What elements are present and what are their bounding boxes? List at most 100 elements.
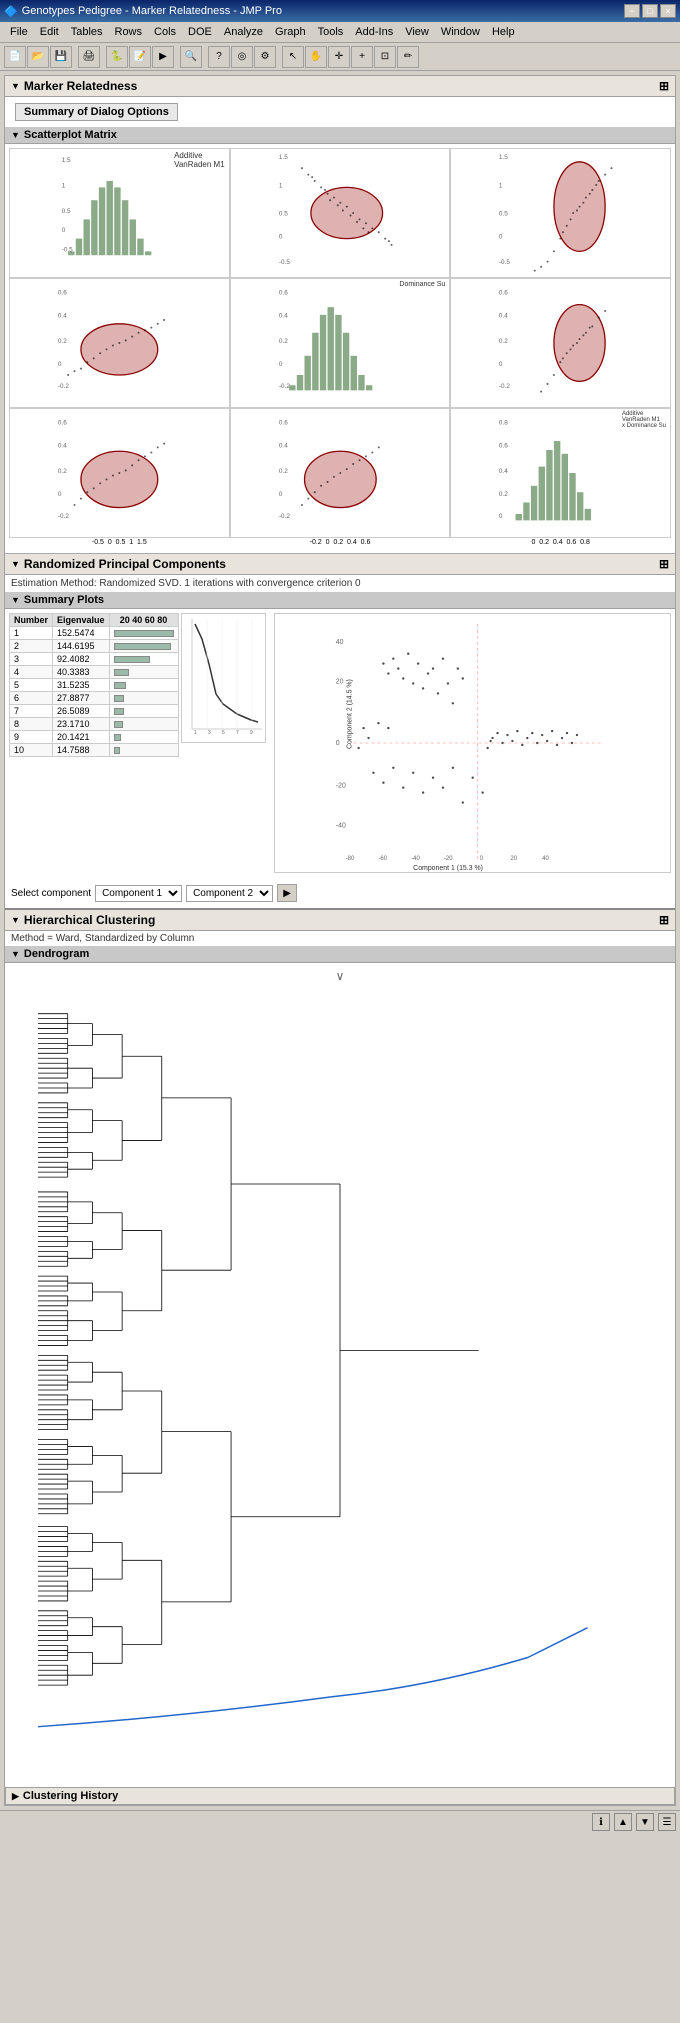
clustering-history-row[interactable]: ▶ Clustering History (5, 1787, 675, 1805)
panel-collapse-triangle[interactable]: ▼ (11, 81, 20, 91)
menu-addins[interactable]: Add-Ins (349, 24, 399, 40)
open-button[interactable]: 📂 (27, 46, 49, 68)
menu-window[interactable]: Window (435, 24, 486, 40)
hc-section: ▼ Hierarchical Clustering ⊞ Method = War… (5, 908, 675, 1805)
scatter-row-3: 0.6 0.4 0.2 0 -0.2 (9, 408, 671, 538)
svg-text:0.2: 0.2 (499, 338, 508, 345)
eigen-value: 14.7588 (53, 744, 110, 757)
marker-button[interactable]: ◎ (231, 46, 253, 68)
title-bar-text: Genotypes Pedigree - Marker Relatedness … (22, 5, 282, 17)
scatterplot-title: Scatterplot Matrix (24, 129, 117, 141)
select-component-label: Select component (11, 888, 91, 899)
hc-collapse-icon[interactable]: ▼ (11, 915, 20, 925)
menu-graph[interactable]: Graph (269, 24, 312, 40)
svg-text:20: 20 (335, 678, 343, 685)
print-button[interactable]: 🖨 (78, 46, 100, 68)
menu-rows[interactable]: Rows (109, 24, 149, 40)
python-button[interactable]: 🐍 (106, 46, 128, 68)
svg-text:1.5: 1.5 (499, 154, 508, 161)
main-content: ▼ Marker Relatedness ⊞ Summary of Dialog… (0, 71, 680, 1810)
new-button[interactable]: 📄 (4, 46, 26, 68)
title-bar-controls[interactable]: − □ × (624, 4, 676, 18)
col-eigenvalue: Eigenvalue (53, 614, 110, 627)
dendrogram-section: ▼ Dendrogram ∨ (5, 946, 675, 1785)
eigen-number: 5 (10, 679, 53, 692)
svg-text:-0.2: -0.2 (58, 383, 69, 390)
eigen-bar-cell (109, 731, 178, 744)
hand-button[interactable]: ✋ (305, 46, 327, 68)
menu-tools[interactable]: Tools (312, 24, 350, 40)
scroll-up-button[interactable]: ▲ (614, 1813, 632, 1831)
svg-text:1: 1 (499, 182, 503, 189)
clustering-history-label: Clustering History (23, 1790, 118, 1802)
scatter-cell-22: Dominance Su (230, 278, 451, 408)
component-action-button[interactable]: ▶ (277, 884, 297, 902)
hc-expand-icon[interactable]: ⊞ (659, 913, 669, 927)
script-button[interactable]: 📝 (129, 46, 151, 68)
x-label-2: -0.2 0 0.2 0.4 0.6 (230, 539, 451, 546)
menu-tables[interactable]: Tables (65, 24, 109, 40)
maximize-button[interactable]: □ (642, 4, 658, 18)
brush-button[interactable]: ✏ (397, 46, 419, 68)
eigen-number: 2 (10, 640, 53, 653)
clustering-history-icon[interactable]: ▶ (12, 1791, 19, 1802)
eigen-section: Number Eigenvalue 20 40 60 80 1152.54742… (9, 613, 266, 876)
rpc-expand-icon[interactable]: ⊞ (659, 557, 669, 571)
svg-text:-40: -40 (411, 856, 420, 862)
title-bar: 🔷 Genotypes Pedigree - Marker Relatednes… (0, 0, 680, 22)
menu-cols[interactable]: Cols (148, 24, 182, 40)
component1-select[interactable]: Component 1 Component 2 Component 3 (95, 885, 182, 902)
menu-edit[interactable]: Edit (34, 24, 65, 40)
svg-text:20: 20 (510, 856, 517, 862)
panel-header: ▼ Marker Relatedness ⊞ (5, 76, 675, 97)
scatter-cell-13: 1.5 1 0.5 0 -0.5 (450, 148, 671, 278)
hc-method-text: Method = Ward, Standardized by Column (5, 931, 675, 946)
zoom-button[interactable]: 🔍 (180, 46, 202, 68)
scroll-down-button[interactable]: ▼ (636, 1813, 654, 1831)
zoom-in-button[interactable]: + (351, 46, 373, 68)
summary-plots-icon[interactable]: ▼ (11, 595, 20, 605)
svg-text:1: 1 (279, 182, 283, 189)
eigen-bar-cell (109, 705, 178, 718)
help-icon-button[interactable]: ? (208, 46, 230, 68)
run-button[interactable]: ▶ (152, 46, 174, 68)
panel-expand-icon[interactable]: ⊞ (659, 79, 669, 93)
menu-view[interactable]: View (399, 24, 435, 40)
x-axis-labels: -0.5 0 0.5 1 1.5 -0.2 0 0.2 0.4 0.6 0 0.… (9, 538, 671, 547)
eigen-number: 7 (10, 705, 53, 718)
marker-relatedness-panel: ▼ Marker Relatedness ⊞ Summary of Dialog… (4, 75, 676, 1806)
rpc-collapse-icon[interactable]: ▼ (11, 559, 20, 569)
settings-button[interactable]: ⚙ (254, 46, 276, 68)
menu-analyze[interactable]: Analyze (218, 24, 269, 40)
scatter-collapse-icon[interactable]: ▼ (11, 130, 20, 140)
scroll-indicator[interactable]: ∨ (336, 969, 345, 983)
svg-text:0.2: 0.2 (279, 338, 288, 345)
estimation-text: Estimation Method: Randomized SVD. 1 ite… (5, 575, 675, 592)
eigen-bar-cell (109, 718, 178, 731)
menu-help[interactable]: Help (486, 24, 521, 40)
info-button[interactable]: ℹ (592, 1813, 610, 1831)
minimize-button[interactable]: − (624, 4, 640, 18)
close-button[interactable]: × (660, 4, 676, 18)
svg-text:0.6: 0.6 (279, 289, 288, 296)
summary-section: Summary of Dialog Options (5, 97, 675, 127)
component2-select[interactable]: Component 2 Component 1 Component 3 (186, 885, 273, 902)
svg-text:0.5: 0.5 (62, 208, 71, 215)
save-button[interactable]: 💾 (50, 46, 72, 68)
menu-file[interactable]: File (4, 24, 34, 40)
eigen-number: 1 (10, 627, 53, 640)
menu-bar: File Edit Tables Rows Cols DOE Analyze G… (0, 22, 680, 43)
svg-text:0: 0 (499, 513, 503, 520)
svg-text:0: 0 (279, 491, 283, 498)
svg-text:-0.2: -0.2 (279, 513, 290, 520)
eigen-value: 27.8877 (53, 692, 110, 705)
select-button[interactable]: ⊡ (374, 46, 396, 68)
crosshair-button[interactable]: ✛ (328, 46, 350, 68)
svg-text:0.4: 0.4 (279, 442, 288, 449)
menu-button[interactable]: ☰ (658, 1813, 676, 1831)
dendrogram-icon[interactable]: ▼ (11, 949, 20, 959)
summary-dialog-button[interactable]: Summary of Dialog Options (15, 103, 178, 121)
menu-doe[interactable]: DOE (182, 24, 218, 40)
dendrogram-title: Dendrogram (24, 948, 89, 960)
arrow-button[interactable]: ↖ (282, 46, 304, 68)
